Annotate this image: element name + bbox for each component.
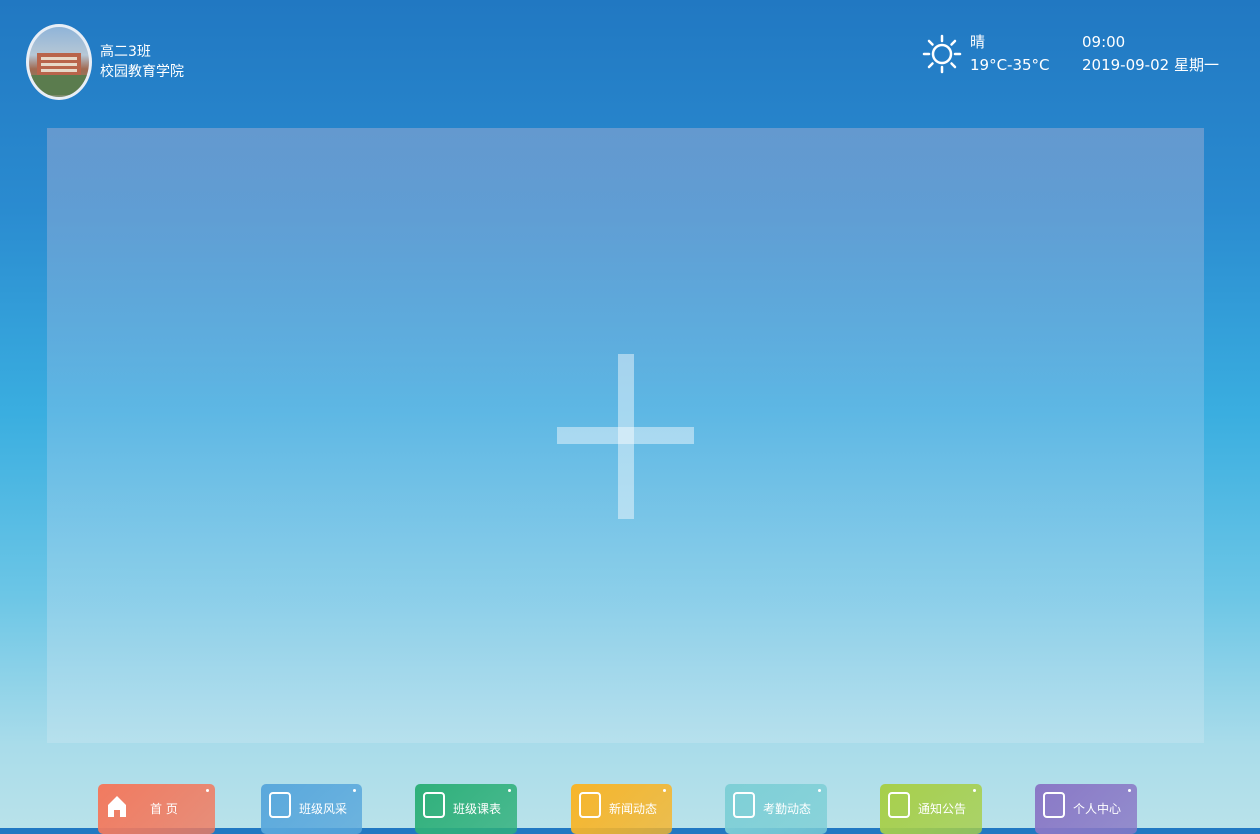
nav-notice-button[interactable]: 通知公告 [880, 784, 982, 834]
nav-home-label: 首 页 [150, 802, 178, 816]
school-name: 校园教育学院 [100, 64, 184, 80]
current-time: 09:00 [1082, 33, 1126, 51]
nav-class-style-label: 班级风采 [299, 802, 348, 816]
bottom-nav: 首 页 班级风采 班级课表 新闻动态 考勤动态 通知公告 个人中心 [0, 770, 1260, 834]
avatar-trees [29, 75, 89, 95]
nav-profile-label: 个人中心 [1073, 802, 1122, 816]
nav-attendance-button[interactable]: 考勤动态 [725, 784, 827, 834]
class-name: 高二3班 [100, 44, 151, 60]
nav-news-button[interactable]: 新闻动态 [571, 784, 672, 834]
attendance-icon [733, 792, 755, 818]
nav-news-dot [663, 789, 666, 792]
avatar-windows [41, 57, 77, 60]
weather-info: 晴 19°C-35°C [970, 31, 1050, 77]
nav-attendance-label: 考勤动态 [763, 802, 812, 816]
nav-timetable-label: 班级课表 [453, 802, 502, 816]
current-date: 2019-09-02 星期一 [1082, 56, 1219, 74]
notice-icon [888, 792, 910, 818]
image-icon [269, 792, 291, 818]
datetime: 09:00 2019-09-02 星期一 [1082, 31, 1219, 77]
nav-class-style-button[interactable]: 班级风采 [261, 784, 362, 834]
sun-icon [922, 34, 962, 74]
top-bar: 高二3班 校园教育学院 晴 19°C-35°C 09:00 2019-09-02… [0, 0, 1260, 125]
nav-notice-dot [973, 789, 976, 792]
nav-news-label: 新闻动态 [609, 802, 658, 816]
nav-timetable-dot [508, 789, 511, 792]
weather-condition: 晴 [970, 33, 986, 51]
nav-profile-button[interactable]: 个人中心 [1035, 784, 1137, 834]
nav-attendance-dot [818, 789, 821, 792]
nav-home-button[interactable]: 首 页 [98, 784, 215, 834]
school-avatar[interactable] [26, 24, 92, 100]
nav-notice-label: 通知公告 [918, 802, 967, 816]
plus-icon-horizontal [557, 427, 694, 444]
timetable-icon [423, 792, 445, 818]
weather-temperature: 19°C-35°C [970, 56, 1050, 74]
news-icon [579, 792, 601, 818]
school-info: 高二3班 校园教育学院 [100, 42, 184, 82]
nav-timetable-button[interactable]: 班级课表 [415, 784, 517, 834]
home-icon [108, 796, 126, 817]
profile-icon [1043, 792, 1065, 818]
nav-class-style-dot [353, 789, 356, 792]
nav-home-dot [206, 789, 209, 792]
nav-profile-dot [1128, 789, 1131, 792]
